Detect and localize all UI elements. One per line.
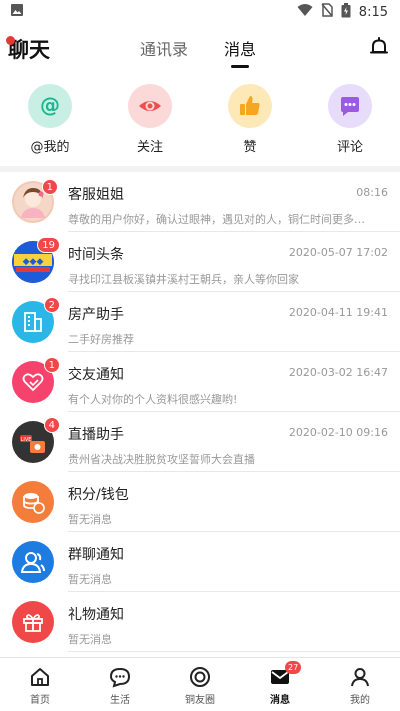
gallery-notification-icon xyxy=(10,3,24,21)
tab-life-label: 生活 xyxy=(110,695,130,706)
coins-icon xyxy=(23,493,45,514)
list-item[interactable]: ◆◆◆ 19 时间头条 2020-05-07 17:02 寻找印江县板溪镇井溪村… xyxy=(0,232,400,292)
quick-comment-label: 评论 xyxy=(336,140,363,155)
list-item[interactable]: 积分/钱包 暂无消息 xyxy=(0,472,400,532)
heart-icon xyxy=(22,373,44,392)
tab-messages[interactable]: 消息 xyxy=(224,36,256,68)
unread-badge: 19 xyxy=(37,237,60,253)
avatar: 1 xyxy=(12,179,58,223)
live-icon: LIVE xyxy=(20,435,45,453)
at-icon: @ xyxy=(28,84,72,128)
tab-messages-badge: 27 xyxy=(285,661,302,674)
avatar: LIVE 4 xyxy=(12,417,60,463)
list-item-body: 客服姐姐 08:16 尊敬的用户你好，确认过眼神，遇见对的人，铜仁时间更多… xyxy=(68,172,400,232)
svg-text:@: @ xyxy=(40,93,60,117)
quick-at-me[interactable]: @ @我的 xyxy=(10,84,90,156)
list-item-time: 08:16 xyxy=(356,186,388,199)
eye-icon xyxy=(128,84,172,128)
list-item-body: 礼物通知 暂无消息 xyxy=(68,592,400,652)
list-item-body: 房产助手 2020-04-11 19:41 二手好房推荐 xyxy=(68,292,400,352)
list-item-subtitle: 有个人对你的个人资料很感兴趣哟! xyxy=(68,393,238,406)
avatar xyxy=(12,601,54,643)
avatar: 2 xyxy=(12,297,60,343)
header: 聊天 通讯录 消息 xyxy=(0,24,400,72)
list-item-title: 群聊通知 xyxy=(68,547,124,563)
bottom-tab-bar: 首页 生活 铜友圈 27 消息 我的 xyxy=(0,657,400,711)
list-item-time: 2020-02-10 09:16 xyxy=(288,426,388,439)
top-tabs: 通讯录 消息 xyxy=(140,36,256,68)
list-item[interactable]: 群聊通知 暂无消息 xyxy=(0,532,400,592)
list-item-time: 2020-05-07 17:02 xyxy=(288,246,388,259)
quick-follow-label: 关注 xyxy=(136,140,163,155)
list-item-body: 交友通知 2020-03-02 16:47 有个人对你的个人资料很感兴趣哟! xyxy=(68,352,400,412)
person-icon xyxy=(351,668,369,687)
list-item[interactable]: 1 交友通知 2020-03-02 16:47 有个人对你的个人资料很感兴趣哟! xyxy=(0,352,400,412)
battery-charging-icon xyxy=(341,2,351,22)
quick-comment[interactable]: 评论 xyxy=(310,84,390,156)
list-item-subtitle: 寻找印江县板溪镇井溪村王朝兵，亲人等你回家 xyxy=(68,273,299,286)
list-item-body: 直播助手 2020-02-10 09:16 贵州省决战决胜脱贫攻坚誓师大会直播 xyxy=(68,412,400,472)
tab-messages-bottom[interactable]: 27 消息 xyxy=(240,658,320,711)
no-sim-icon xyxy=(321,3,333,21)
list-item-body: 群聊通知 暂无消息 xyxy=(68,532,400,592)
list-item-body: 时间头条 2020-05-07 17:02 寻找印江县板溪镇井溪村王朝兵，亲人等… xyxy=(68,232,400,292)
circle-target-icon xyxy=(190,667,210,687)
avatar: 1 xyxy=(12,357,60,403)
list-item-title: 客服姐姐 xyxy=(68,187,124,203)
list-item-subtitle: 暂无消息 xyxy=(68,513,112,526)
tab-home[interactable]: 首页 xyxy=(0,658,80,711)
list-item-subtitle: 暂无消息 xyxy=(68,633,112,646)
quick-at-me-label: @我的 xyxy=(30,140,70,155)
unread-badge: 1 xyxy=(41,179,58,195)
tab-messages-label: 消息 xyxy=(270,695,290,706)
list-item-title: 积分/钱包 xyxy=(68,487,129,503)
list-item-body: 积分/钱包 暂无消息 xyxy=(68,472,400,532)
unread-badge: 1 xyxy=(43,357,60,373)
list-item[interactable]: 礼物通知 暂无消息 xyxy=(0,592,400,652)
list-item-subtitle: 二手好房推荐 xyxy=(68,333,134,346)
gift-icon xyxy=(23,614,43,632)
tab-me-label: 我的 xyxy=(350,695,370,706)
building-icon xyxy=(24,312,42,332)
tab-circle[interactable]: 铜友圈 xyxy=(160,658,240,711)
avatar xyxy=(12,541,54,583)
group-icon xyxy=(20,552,45,573)
comment-icon xyxy=(328,84,372,128)
list-item-subtitle: 暂无消息 xyxy=(68,573,112,586)
message-list: 1 客服姐姐 08:16 尊敬的用户你好，确认过眼神，遇见对的人，铜仁时间更多…… xyxy=(0,172,400,657)
svg-text:◆◆◆: ◆◆◆ xyxy=(23,257,44,267)
list-item[interactable]: 2 房产助手 2020-04-11 19:41 二手好房推荐 xyxy=(0,292,400,352)
list-item-subtitle: 贵州省决战决胜脱贫攻坚誓师大会直播 xyxy=(68,453,255,466)
list-item-time: 2020-04-11 19:41 xyxy=(288,306,388,319)
avatar: ◆◆◆ 19 xyxy=(12,237,60,283)
quick-like[interactable]: 赞 xyxy=(210,84,290,156)
tab-contacts[interactable]: 通讯录 xyxy=(140,36,188,60)
unread-badge: 4 xyxy=(43,417,60,433)
tab-me[interactable]: 我的 xyxy=(320,658,400,711)
chat-bubble-icon xyxy=(109,667,131,688)
bell-icon[interactable] xyxy=(368,36,390,58)
tab-circle-label: 铜友圈 xyxy=(185,695,215,706)
quick-follow[interactable]: 关注 xyxy=(110,84,190,156)
status-time: 8:15 xyxy=(358,4,388,20)
home-icon xyxy=(31,668,49,686)
unread-badge: 2 xyxy=(43,297,60,313)
quick-actions: @ @我的 关注 赞 评论 xyxy=(0,72,400,166)
list-item[interactable]: 1 客服姐姐 08:16 尊敬的用户你好，确认过眼神，遇见对的人，铜仁时间更多… xyxy=(0,172,400,232)
tab-home-label: 首页 xyxy=(30,695,50,706)
list-item-subtitle: 尊敬的用户你好，确认过眼神，遇见对的人，铜仁时间更多… xyxy=(68,213,365,226)
tab-life[interactable]: 生活 xyxy=(80,658,160,711)
unread-dot xyxy=(6,36,15,45)
wifi-icon xyxy=(297,3,313,21)
quick-like-label: 赞 xyxy=(243,140,257,155)
svg-text:LIVE: LIVE xyxy=(21,437,32,443)
list-item[interactable]: LIVE 4 直播助手 2020-02-10 09:16 贵州省决战决胜脱贫攻坚… xyxy=(0,412,400,472)
list-item-time: 2020-03-02 16:47 xyxy=(288,366,388,379)
avatar xyxy=(12,481,54,523)
title-wrap: 聊天 xyxy=(6,34,50,64)
status-bar: 8:15 xyxy=(0,0,400,24)
list-item-title: 礼物通知 xyxy=(68,607,124,623)
thumbs-up-icon xyxy=(228,84,272,128)
